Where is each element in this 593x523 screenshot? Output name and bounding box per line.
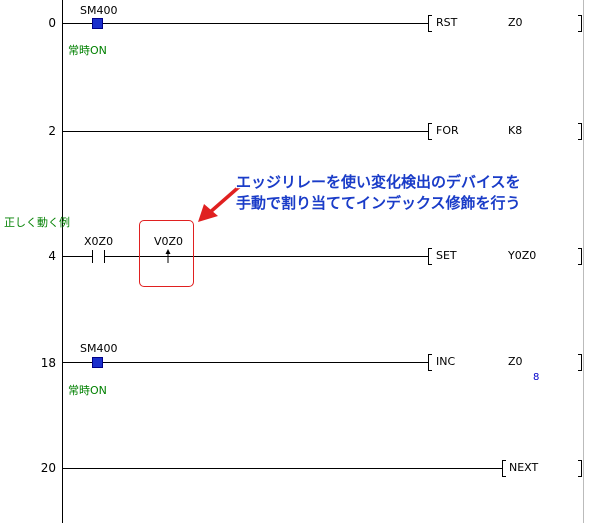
instruction-operand[interactable]: Z0 <box>508 356 523 368</box>
highlight-box <box>139 220 194 287</box>
contact-label: X0Z0 <box>84 235 114 248</box>
contact-on-icon[interactable] <box>92 357 103 368</box>
instruction-operand[interactable]: Y0Z0 <box>508 250 536 262</box>
step-number: 4 <box>48 249 56 263</box>
instruction-bracket-close <box>578 460 582 477</box>
right-power-rail <box>583 0 584 523</box>
step-number: 20 <box>40 461 56 475</box>
callout-line-2: 手動で割り当ててインデックス修飾を行う <box>236 194 521 212</box>
instruction-bracket-open <box>502 460 506 477</box>
device-comment: 常時ON <box>68 384 107 397</box>
device-comment: 常時ON <box>68 44 107 57</box>
instruction-operand[interactable]: Z0 <box>508 17 523 29</box>
callout-annotation: エッジリレーを使い変化検出のデバイスを 手動で割り当ててインデックス修飾を行う <box>236 172 521 214</box>
step-number: 0 <box>48 16 56 30</box>
callout-line-1: エッジリレーを使い変化検出のデバイスを <box>236 173 521 191</box>
contact-label: SM400 <box>80 342 118 355</box>
instruction-bracket-close <box>578 15 582 32</box>
rung-wire <box>62 131 428 132</box>
instruction-name[interactable]: FOR <box>436 125 459 137</box>
statement-comment: 正しく動く例 <box>4 216 70 229</box>
rung-wire <box>62 256 92 257</box>
contact-label: SM400 <box>80 4 118 17</box>
step-number: 2 <box>48 124 56 138</box>
instruction-bracket-open <box>428 248 432 265</box>
instruction-bracket-open <box>428 123 432 140</box>
rung-wire <box>62 362 428 363</box>
contact-open-icon[interactable] <box>92 250 93 263</box>
instruction-bracket-open <box>428 15 432 32</box>
instruction-bracket-open <box>428 354 432 371</box>
instruction-bracket-close <box>578 248 582 265</box>
instruction-bracket-close <box>578 123 582 140</box>
left-power-rail <box>62 0 63 523</box>
rung-wire <box>62 23 428 24</box>
instruction-name[interactable]: SET <box>436 250 457 262</box>
contact-on-icon[interactable] <box>92 18 103 29</box>
instruction-name[interactable]: INC <box>436 356 455 368</box>
instruction-operand[interactable]: K8 <box>508 125 522 137</box>
rung-wire <box>62 468 502 469</box>
instruction-bracket-close <box>578 354 582 371</box>
instruction-name[interactable]: RST <box>436 17 457 29</box>
instruction-name[interactable]: NEXT <box>509 462 538 474</box>
monitor-value: 8 <box>533 372 540 383</box>
step-number: 18 <box>40 356 56 370</box>
